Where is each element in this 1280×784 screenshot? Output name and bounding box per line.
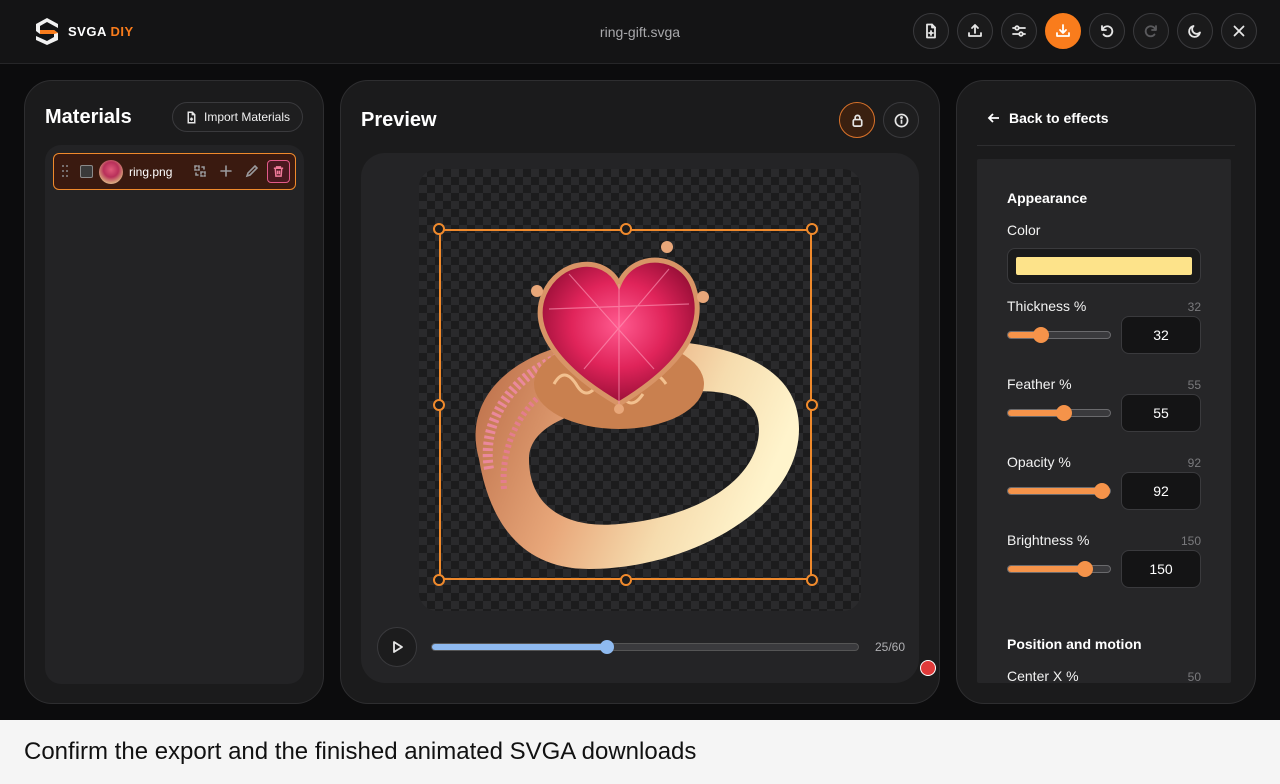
timeline-progress bbox=[432, 644, 607, 650]
toolbar bbox=[913, 13, 1257, 49]
frame-counter: 25/60 bbox=[874, 640, 905, 654]
resize-handle[interactable] bbox=[433, 399, 445, 411]
download-icon bbox=[1056, 24, 1070, 37]
delete-material-button[interactable] bbox=[267, 160, 290, 183]
drag-handle-icon[interactable] bbox=[61, 164, 69, 178]
preview-stage: 25/60 bbox=[361, 153, 919, 683]
record-indicator bbox=[920, 660, 936, 676]
import-materials-label: Import Materials bbox=[204, 110, 291, 124]
brightness-slider[interactable] bbox=[1007, 561, 1111, 577]
preview-title: Preview bbox=[361, 109, 437, 131]
upload-button[interactable] bbox=[957, 13, 993, 49]
resize-handle[interactable] bbox=[433, 574, 445, 586]
redo-button[interactable] bbox=[1133, 13, 1169, 49]
trash-icon bbox=[273, 166, 284, 177]
effects-settings: Appearance Color Thickness % 32 32 Feather … bbox=[977, 159, 1231, 683]
theme-toggle-button[interactable] bbox=[1177, 13, 1213, 49]
feather-slider-knob[interactable] bbox=[1056, 405, 1073, 421]
import-materials-button[interactable]: Import Materials bbox=[172, 102, 304, 132]
opacity-value: 92 bbox=[1187, 456, 1201, 470]
selection-box[interactable] bbox=[439, 229, 812, 580]
playback-controls: 25/60 bbox=[377, 627, 905, 667]
opacity-slider-fill bbox=[1008, 488, 1102, 494]
color-swatch bbox=[1016, 257, 1192, 275]
feather-value: 55 bbox=[1187, 378, 1201, 392]
opacity-input[interactable]: 92 bbox=[1121, 472, 1201, 510]
undo-icon bbox=[1101, 25, 1114, 38]
resize-handle[interactable] bbox=[806, 223, 818, 235]
material-thumbnail bbox=[99, 160, 123, 184]
thickness-slider-knob[interactable] bbox=[1032, 327, 1049, 343]
new-file-icon bbox=[926, 23, 936, 39]
close-button[interactable] bbox=[1221, 13, 1257, 49]
redo-icon bbox=[1144, 25, 1157, 38]
play-button[interactable] bbox=[377, 627, 417, 667]
preview-panel: Preview 25/60 bbox=[340, 80, 940, 704]
import-file-icon bbox=[187, 110, 196, 124]
info-icon bbox=[894, 113, 908, 127]
back-to-effects-label: Back to effects bbox=[1009, 110, 1109, 126]
thickness-label: Thickness % bbox=[1007, 298, 1087, 314]
caption-bar: Confirm the export and the finished anim… bbox=[0, 720, 1280, 784]
brightness-slider-fill bbox=[1008, 566, 1085, 572]
moon-icon bbox=[1188, 25, 1201, 38]
thickness-value: 32 bbox=[1187, 300, 1201, 314]
thickness-input[interactable]: 32 bbox=[1121, 316, 1201, 354]
materials-title: Materials bbox=[45, 106, 132, 128]
thickness-slider[interactable] bbox=[1007, 327, 1111, 343]
preview-canvas[interactable] bbox=[419, 169, 861, 611]
resize-handle[interactable] bbox=[620, 223, 632, 235]
feather-label: Feather % bbox=[1007, 376, 1072, 392]
material-name: ring.png bbox=[129, 165, 173, 179]
caption-text: Confirm the export and the finished anim… bbox=[24, 738, 697, 765]
resize-handle[interactable] bbox=[806, 574, 818, 586]
opacity-slider[interactable] bbox=[1007, 483, 1111, 499]
close-icon bbox=[1233, 25, 1245, 37]
materials-panel: Materials Import Materials ring.png bbox=[24, 80, 324, 704]
brightness-input[interactable]: 150 bbox=[1121, 550, 1201, 588]
brightness-value: 150 bbox=[1180, 534, 1201, 548]
download-button[interactable] bbox=[1045, 13, 1081, 49]
preview-actions bbox=[839, 102, 919, 138]
back-to-effects-link[interactable]: Back to effects bbox=[987, 110, 1109, 126]
add-icon[interactable] bbox=[219, 164, 233, 178]
timeline-knob[interactable] bbox=[599, 640, 614, 654]
color-label: Color bbox=[1007, 222, 1041, 238]
appearance-heading: Appearance bbox=[1007, 190, 1088, 206]
color-picker[interactable] bbox=[1007, 248, 1201, 284]
divider bbox=[977, 145, 1235, 146]
brightness-slider-knob[interactable] bbox=[1076, 561, 1093, 577]
new-file-button[interactable] bbox=[913, 13, 949, 49]
brightness-label: Brightness % bbox=[1007, 532, 1090, 548]
effects-panel: Back to effects Appearance Color Thickne… bbox=[956, 80, 1256, 704]
material-checkbox[interactable] bbox=[80, 165, 93, 178]
list-item[interactable]: ring.png bbox=[53, 153, 296, 190]
play-icon bbox=[393, 641, 403, 653]
arrow-left-icon bbox=[987, 113, 999, 123]
undo-button[interactable] bbox=[1089, 13, 1125, 49]
resize-handle[interactable] bbox=[433, 223, 445, 235]
upload-icon bbox=[968, 24, 982, 37]
info-button[interactable] bbox=[883, 102, 919, 138]
app-header: SVGA DIY ring-gift.svga bbox=[0, 0, 1280, 64]
feather-input[interactable]: 55 bbox=[1121, 394, 1201, 432]
lock-button[interactable] bbox=[839, 102, 875, 138]
resize-handle[interactable] bbox=[620, 574, 632, 586]
opacity-slider-knob[interactable] bbox=[1093, 483, 1110, 499]
edit-pencil-icon[interactable] bbox=[245, 164, 259, 178]
replace-icon[interactable] bbox=[193, 164, 207, 178]
settings-sliders-icon bbox=[1012, 25, 1026, 37]
center-x-label: Center X % bbox=[1007, 668, 1079, 683]
position-motion-heading: Position and motion bbox=[1007, 636, 1142, 652]
settings-button[interactable] bbox=[1001, 13, 1037, 49]
materials-list: ring.png bbox=[45, 145, 304, 684]
opacity-label: Opacity % bbox=[1007, 454, 1071, 470]
feather-slider[interactable] bbox=[1007, 405, 1111, 421]
center-x-value: 50 bbox=[1187, 670, 1201, 683]
resize-handle[interactable] bbox=[806, 399, 818, 411]
timeline-slider[interactable] bbox=[431, 640, 859, 654]
lock-icon bbox=[851, 114, 863, 127]
